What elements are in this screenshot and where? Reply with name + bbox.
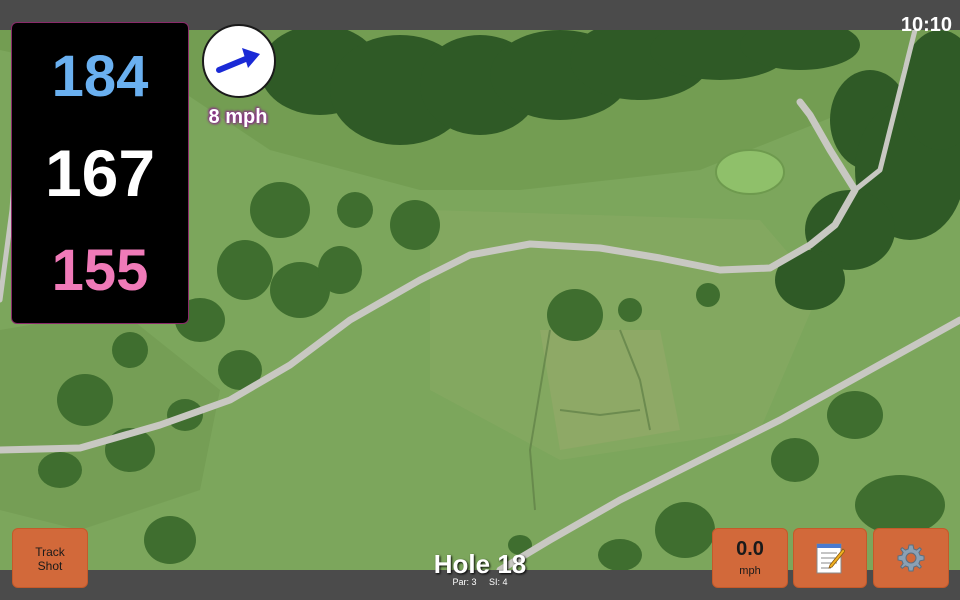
distance-front: 155	[51, 238, 149, 303]
notes-button[interactable]	[793, 528, 867, 588]
distance-middle: 167	[44, 136, 156, 210]
wind-compass	[202, 24, 276, 98]
hole-title: Hole 18	[433, 549, 527, 579]
track-shot-label-line2: Shot	[37, 559, 63, 573]
notepad-icon	[816, 543, 845, 574]
clock: 10:10	[900, 14, 952, 36]
speed-button[interactable]: 0.0 mph	[712, 528, 788, 588]
hole-stroke-index: SI: 4	[489, 577, 508, 587]
track-shot-button[interactable]: Track Shot	[12, 528, 88, 588]
track-shot-label-line1: Track	[35, 545, 65, 559]
gear-icon	[897, 544, 925, 572]
distance-panel: 184 167 155	[11, 22, 189, 324]
wind-speed: 8 mph	[208, 106, 268, 128]
speed-value: 0.0	[736, 538, 764, 560]
settings-button[interactable]	[873, 528, 949, 588]
distance-back: 184	[51, 44, 149, 109]
hole-par: Par: 3	[452, 577, 477, 587]
hole-details: Par: 3 SI: 4	[380, 577, 580, 587]
speed-unit: mph	[739, 565, 761, 577]
arrow-right-icon	[216, 48, 260, 73]
